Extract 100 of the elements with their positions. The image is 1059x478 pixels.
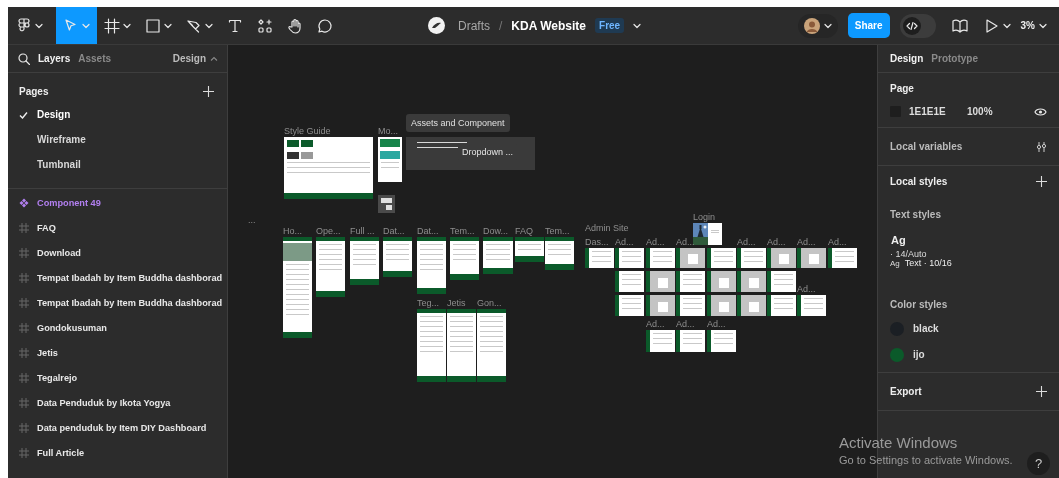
frame-label: Full ... [350, 226, 375, 236]
chevron-icon [1002, 22, 1011, 29]
page-switcher[interactable]: Design [172, 53, 218, 64]
play-icon [983, 17, 1000, 34]
library-icon[interactable] [951, 17, 968, 34]
panel-tab[interactable]: Design [890, 53, 924, 64]
frame-thumbnail [676, 295, 705, 316]
frame-icon [19, 372, 29, 383]
frame-thumbnail [316, 237, 345, 297]
frame-label: Dat... [417, 226, 439, 236]
layer-item[interactable]: Full Article [8, 440, 227, 465]
frame-icon [19, 347, 29, 358]
layer-item[interactable]: Tegalrejo [8, 365, 227, 390]
frame-label: Ad... [646, 319, 665, 329]
frame-label: FAQ [515, 226, 533, 236]
chevron-icon [205, 22, 213, 29]
frame-thumbnail [676, 271, 705, 292]
breadcrumb-separator: / [499, 18, 503, 33]
chevron-icon [164, 22, 172, 29]
chevron-icon [35, 22, 43, 29]
frame-thumbnail [646, 330, 675, 352]
frame-label: Ad... [615, 237, 634, 247]
frame-icon [19, 247, 29, 258]
frame-thumbnail [737, 295, 766, 316]
text-style-preview: Ag [890, 259, 900, 268]
layer-item[interactable]: Tempat Ibadah by Item Buddha dashborad [8, 290, 227, 315]
frame-thumbnail [378, 195, 395, 213]
color-style-name[interactable]: black [913, 323, 939, 334]
text-style-preview: Ag [891, 234, 907, 246]
cursor-icon [63, 17, 79, 34]
zoom-menu[interactable]: 3% [1020, 20, 1047, 31]
page-item[interactable]: Tumbnail [8, 152, 227, 177]
variables-icon[interactable] [1036, 141, 1047, 152]
frame-icon [19, 397, 29, 408]
opacity-value[interactable]: 100% [967, 106, 993, 117]
panel-tab[interactable]: Prototype [931, 53, 978, 64]
frame-thumbnail [707, 248, 736, 268]
add-icon[interactable] [1036, 176, 1047, 187]
dev-mode-toggle[interactable] [899, 13, 936, 38]
page-item[interactable]: Design [8, 102, 227, 127]
frame-label: Assets and Component [406, 114, 510, 132]
frame-label: Teg... [417, 298, 439, 308]
frame-thumbnail [797, 248, 826, 268]
page-item[interactable]: Wireframe [8, 127, 227, 152]
frame-label: Ope... [316, 226, 341, 236]
eye-icon[interactable] [1034, 106, 1047, 117]
team-logo-icon [428, 17, 445, 34]
color-value[interactable]: 1E1E1E [909, 106, 967, 117]
frame-label: Ad... [828, 237, 847, 247]
layer-item[interactable]: Tempat Ibadah by Item Buddha dashborad [8, 265, 227, 290]
frame-label: ... [248, 215, 256, 225]
frame-thumbnail [483, 237, 513, 274]
text-icon [227, 17, 243, 34]
frame-thumbnail [676, 248, 705, 268]
layer-item[interactable]: Component 49 [8, 190, 227, 215]
layer-item[interactable]: Download [8, 240, 227, 265]
add-icon[interactable] [1036, 386, 1047, 397]
file-menu-icon[interactable] [633, 22, 642, 29]
frame-thumbnail [737, 271, 766, 292]
chevron-up-icon [210, 55, 218, 62]
component-icon [19, 197, 29, 208]
help-button[interactable]: ? [1027, 452, 1050, 475]
layer-item[interactable]: FAQ [8, 215, 227, 240]
check-icon [19, 110, 28, 119]
color-style-name[interactable]: ijo [913, 349, 925, 360]
section-title: Pages [19, 85, 49, 97]
frame-icon [19, 322, 29, 333]
frame-thumbnail [797, 295, 826, 316]
panel-tab[interactable]: Layers [38, 53, 71, 64]
frame-thumbnail [383, 237, 412, 277]
pen-icon [186, 17, 202, 34]
section-title: Export [890, 386, 922, 397]
folder-link[interactable]: Drafts [458, 18, 490, 33]
frame-thumbnail [707, 330, 736, 352]
frame-thumbnail [767, 271, 796, 292]
section-title: Local styles [890, 176, 948, 187]
frame-label: Ad... [797, 237, 816, 247]
frame-label: Ad... [737, 237, 756, 247]
frame-label: Ho... [283, 226, 302, 236]
frame-icon [19, 422, 29, 433]
chevron-icon [1039, 22, 1047, 29]
frame-label: Dow... [483, 226, 508, 236]
present-button[interactable] [983, 17, 1011, 34]
section-title: Local variables [890, 141, 963, 152]
layer-item[interactable]: Jetis [8, 340, 227, 365]
user-menu-button[interactable] [797, 13, 838, 38]
plan-badge: Free [595, 18, 625, 33]
frame-label: Mo... [378, 126, 398, 136]
panel-tab[interactable]: Assets [78, 53, 112, 64]
layer-item[interactable]: Data penduduk by Item DIY Dashboard [8, 415, 227, 440]
search-icon[interactable] [18, 52, 30, 65]
file-name[interactable]: KDA Website [511, 18, 587, 33]
text-style-name[interactable]: Text · 10/16 [904, 259, 952, 268]
layer-item[interactable]: Data Penduduk by Ikota Yogya [8, 390, 227, 415]
add-icon[interactable] [203, 85, 214, 97]
frame-thumbnail [615, 271, 644, 292]
frame-label: Ad... [676, 319, 695, 329]
frame-icon [19, 222, 29, 233]
frame-label: Ad... [676, 237, 695, 247]
layer-item[interactable]: Gondokusuman [8, 315, 227, 340]
